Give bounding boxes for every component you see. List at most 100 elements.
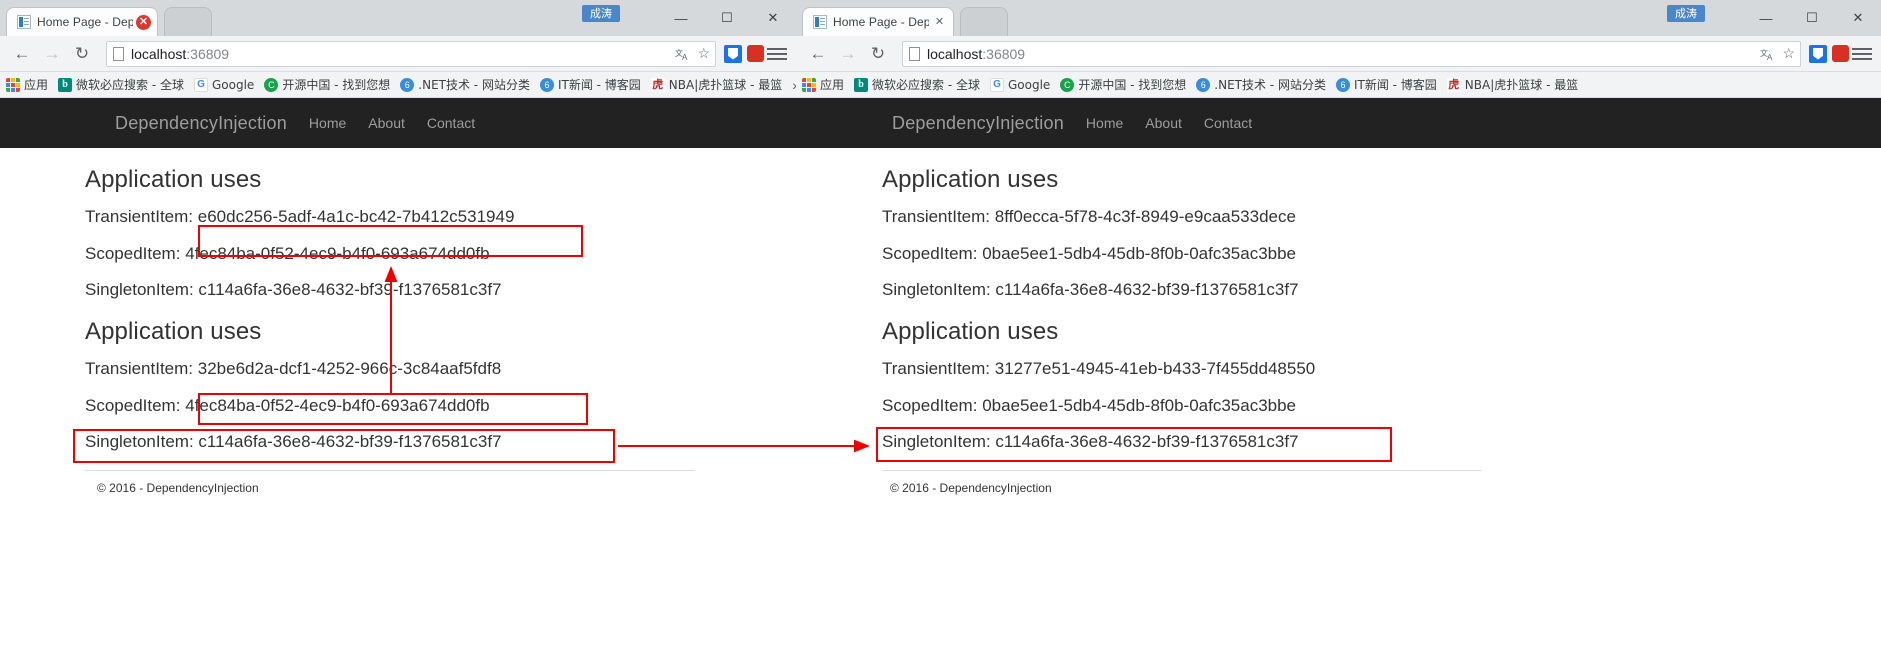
extension-blue-icon[interactable] <box>1807 43 1829 65</box>
url-text: localhost:36809 <box>131 46 229 62</box>
bookmark-hupu[interactable]: 虎 NBA|虎扑篮球 - 最篮 <box>650 76 782 93</box>
bookmark-oschina[interactable]: C 开源中国 - 找到您想 <box>1060 76 1186 93</box>
browser-window-right: Home Page - Dependen ✕ 成涛 — ☐ ✕ ← → ↻ lo… <box>796 0 1881 656</box>
titlebar-left: Home Page - Dependen ✕ 成涛 — ☐ ✕ <box>0 0 796 36</box>
translate-icon[interactable]: 文A <box>1760 47 1775 62</box>
reload-icon[interactable]: ↻ <box>864 40 892 68</box>
row-value: e60dc256-5adf-4a1c-bc42-7b412c531949 <box>197 207 515 226</box>
bookmark-itnews[interactable]: 6 IT新闻 - 博客园 <box>539 76 641 93</box>
nav-link-contact[interactable]: Contact <box>427 115 475 131</box>
tab-close-icon[interactable]: ✕ <box>932 15 947 30</box>
bookmark-label: 开源中国 - 找到您想 <box>1078 78 1187 92</box>
row-label: TransientItem: <box>85 207 194 226</box>
maximize-button[interactable]: ☐ <box>1789 3 1835 33</box>
row-value: 0bae5ee1-5db4-45db-8f0b-0afc35ac3bbe <box>982 243 1297 263</box>
bookmark-label: IT新闻 - 博客园 <box>557 78 641 92</box>
page-favicon-icon <box>813 15 827 29</box>
footer-copyright: © 2016 - DependencyInjection <box>890 481 1052 496</box>
extension-blue-icon[interactable] <box>722 43 744 65</box>
chrome-menu-icon[interactable] <box>1851 43 1873 65</box>
extension-red-icon[interactable] <box>1829 43 1851 65</box>
bookmark-apps[interactable]: 应用 <box>6 76 48 93</box>
tabstrip-left: Home Page - Dependen ✕ <box>0 6 212 36</box>
forward-icon[interactable]: → <box>38 40 66 68</box>
cnblogs-icon: 6 <box>539 77 554 92</box>
block-heading: Application uses <box>85 166 262 193</box>
row-value: 0bae5ee1-5db4-45db-8f0b-0afc35ac3bbe <box>982 395 1297 415</box>
forward-icon[interactable]: → <box>834 40 862 68</box>
site-navbar-left: DependencyInjection Home About Contact <box>0 98 796 148</box>
nav-link-contact[interactable]: Contact <box>1204 115 1252 131</box>
row-label: TransientItem: <box>85 359 194 379</box>
bing-icon: b <box>854 77 869 92</box>
address-bar-left[interactable]: localhost:36809 文A ☆ <box>106 40 716 67</box>
bookmark-bing[interactable]: b 微软必应搜索 - 全球 <box>58 76 184 93</box>
transient-item-row: TransientItem: 32be6d2a-dcf1-4252-966c-3… <box>85 359 766 379</box>
close-window-button[interactable]: ✕ <box>1835 3 1881 33</box>
tab-title: Home Page - Dependen <box>833 15 929 29</box>
bookmark-dotnet[interactable]: 6 .NET技术 - 网站分类 <box>1196 76 1326 93</box>
nav-link-about[interactable]: About <box>1145 115 1182 131</box>
site-brand[interactable]: DependencyInjection <box>115 113 287 134</box>
row-value: c114a6fa-36e8-4632-bf39-f1376581c3f7 <box>198 280 502 300</box>
row-label: ScopedItem: <box>85 395 181 415</box>
site-navbar-right: DependencyInjection Home About Contact <box>796 98 1881 148</box>
bookmark-google[interactable]: G Google <box>193 77 254 92</box>
extension-red-icon[interactable] <box>744 43 766 65</box>
tab-close-icon[interactable]: ✕ <box>136 14 151 30</box>
app-uses-block-1: Application uses TransientItem: e60dc256… <box>85 166 766 300</box>
transient-item-row: TransientItem: 31277e51-4945-41eb-b433-7… <box>882 359 1861 379</box>
google-icon: G <box>193 77 208 92</box>
back-icon[interactable]: ← <box>804 40 832 68</box>
singleton-item-row: SingletonItem: c114a6fa-36e8-4632-bf39-f… <box>882 281 1861 300</box>
translate-icon[interactable]: 文A <box>675 47 690 62</box>
row-label: ScopedItem: <box>882 395 978 415</box>
nav-link-home[interactable]: Home <box>1086 115 1123 131</box>
tab-home-page[interactable]: Home Page - Dependen ✕ <box>6 7 158 36</box>
scoped-item-row: ScopedItem: 0bae5ee1-5db4-45db-8f0b-0afc… <box>882 395 1861 416</box>
maximize-button[interactable]: ☐ <box>704 3 750 33</box>
row-value: c114a6fa-36e8-4632-bf39-f1376581c3f7 <box>198 432 502 452</box>
bookmark-oschina[interactable]: C 开源中国 - 找到您想 <box>264 76 390 93</box>
page-info-icon[interactable] <box>113 46 124 61</box>
minimize-button[interactable]: — <box>1743 3 1789 33</box>
footer-divider <box>882 470 1482 472</box>
row-label: TransientItem: <box>882 359 991 379</box>
bookmark-dotnet[interactable]: 6 .NET技术 - 网站分类 <box>400 76 530 93</box>
bookmark-label: Google <box>1007 77 1051 92</box>
bookmark-bing[interactable]: b 微软必应搜索 - 全球 <box>854 76 980 93</box>
page-content-left: Application uses TransientItem: e60dc256… <box>0 148 796 495</box>
bookmark-star-icon[interactable]: ☆ <box>697 45 710 62</box>
nav-link-about[interactable]: About <box>368 115 405 131</box>
browser-window-left: Home Page - Dependen ✕ 成涛 — ☐ ✕ ← → ↻ lo… <box>0 0 796 656</box>
new-tab-button[interactable] <box>164 7 212 36</box>
bookmark-label: 应用 <box>24 78 49 92</box>
row-label: ScopedItem: <box>85 243 181 263</box>
address-bar-right[interactable]: localhost:36809 文A ☆ <box>902 40 1801 67</box>
bookmark-label: 微软必应搜索 - 全球 <box>872 78 980 92</box>
row-label: SingletonItem: <box>85 280 194 300</box>
bookmark-google[interactable]: G Google <box>989 77 1051 92</box>
tab-home-page[interactable]: Home Page - Dependen ✕ <box>802 7 954 36</box>
bookmark-hupu[interactable]: 虎 NBA|虎扑篮球 - 最篮 <box>1446 76 1579 93</box>
back-icon[interactable]: ← <box>8 40 36 68</box>
site-brand[interactable]: DependencyInjection <box>892 113 1064 134</box>
page-info-icon[interactable] <box>909 46 920 61</box>
bookmark-itnews[interactable]: 6 IT新闻 - 博客园 <box>1335 76 1437 93</box>
new-tab-button[interactable] <box>960 7 1008 36</box>
close-window-button[interactable]: ✕ <box>750 3 796 33</box>
nav-link-home[interactable]: Home <box>309 115 346 131</box>
bookmark-label: IT新闻 - 博客园 <box>1353 78 1437 92</box>
bookmark-star-icon[interactable]: ☆ <box>1782 45 1795 62</box>
bookmark-apps[interactable]: 应用 <box>802 76 844 93</box>
window-controls-right: — ☐ ✕ <box>1743 0 1881 36</box>
row-value: 4fec84ba-0f52-4ec9-b4f0-693a674dd0fb <box>185 243 490 263</box>
footer-copyright: © 2016 - DependencyInjection <box>97 481 259 496</box>
bookmarks-bar-left: 应用 b 微软必应搜索 - 全球 G Google C 开源中国 - 找到您想 6 .N… <box>0 72 796 98</box>
bookmark-label: NBA|虎扑篮球 - 最篮 <box>1464 78 1579 92</box>
row-value: 31277e51-4945-41eb-b433-7f455dd48550 <box>994 359 1316 379</box>
reload-icon[interactable]: ↻ <box>68 40 96 68</box>
svg-text:A: A <box>1767 53 1773 61</box>
chrome-menu-icon[interactable] <box>766 43 788 65</box>
minimize-button[interactable]: — <box>658 3 704 33</box>
